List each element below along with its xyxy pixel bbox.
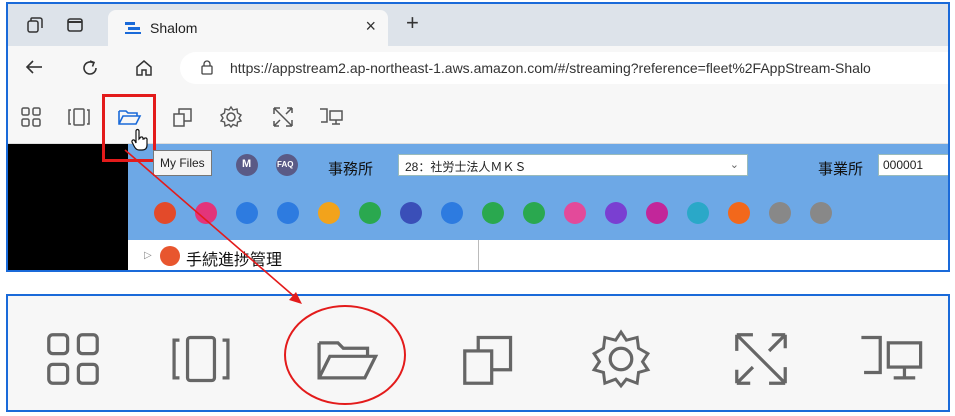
column-divider [478,240,479,270]
url-text: https://appstream2.ap-northeast-1.aws.am… [230,60,871,76]
office-select[interactable]: 28：社労士法人ＭＫＳ ⌄ [398,154,748,176]
app-button-manual[interactable]: M [236,154,258,176]
settings-icon[interactable] [586,324,656,394]
tab-bar: Shalom × + [8,4,948,46]
multi-monitor-icon[interactable] [856,324,926,394]
app-module-icon[interactable] [400,202,422,224]
app-module-icon[interactable] [236,202,258,224]
catalog-icon[interactable] [18,104,44,130]
clipboard-icon[interactable] [454,324,524,394]
app-module-icon[interactable] [769,202,791,224]
business-label: 事業所 [818,161,864,178]
browser-tab[interactable]: Shalom × [108,10,388,46]
browser-window: Shalom × + https://appstream2.ap-northea… [6,2,950,272]
app-module-icon[interactable] [482,202,504,224]
app-module-icon[interactable] [318,202,340,224]
workspaces-icon[interactable] [26,16,44,34]
office-label: 事務所 [328,161,374,178]
app-module-icon[interactable] [564,202,586,224]
app-button-faq[interactable]: FAQ [276,154,298,176]
app-module-icon[interactable] [605,202,627,224]
tree-item-label: 手続進捗管理 [186,252,283,269]
desktop-view-icon[interactable] [66,104,92,130]
back-arrow-icon[interactable] [24,58,44,76]
app-header: M FAQ 事務所 28：社労士法人ＭＫＳ ⌄ 事業所 000001 [128,144,948,240]
app-module-icon[interactable] [359,202,381,224]
app-module-icon[interactable] [810,202,832,224]
my-files-highlight-circle [284,305,406,405]
manual-label: M [242,158,252,170]
business-input-value: 000001 [883,158,924,172]
black-panel [8,144,128,270]
chevron-down-icon: ⌄ [729,159,739,171]
appstream-favicon-icon [125,22,141,34]
appstream-toolbar: My Files [8,90,948,176]
lock-icon[interactable] [200,59,214,75]
reload-icon[interactable] [80,58,100,78]
settings-icon[interactable] [218,104,244,130]
app-module-icon[interactable] [154,202,176,224]
faq-label: FAQ [277,160,294,169]
app-module-icon[interactable] [195,202,217,224]
hand-cursor-icon [131,128,148,151]
office-select-value: 28：社労士法人ＭＫＳ [405,160,527,174]
desktop-view-icon[interactable] [166,324,236,394]
fullscreen-icon[interactable] [726,324,796,394]
screenshot-stage: Shalom × + https://appstream2.ap-northea… [0,0,955,416]
app-module-icon[interactable] [646,202,668,224]
app-module-icon[interactable] [523,202,545,224]
catalog-icon[interactable] [38,324,108,394]
url-field[interactable]: https://appstream2.ap-northeast-1.aws.am… [180,52,948,84]
tab-title: Shalom [150,20,198,36]
fullscreen-icon[interactable] [270,104,296,130]
app-main: M FAQ 事務所 28：社労士法人ＭＫＳ ⌄ 事業所 000001 ▷ 手続進… [128,144,948,270]
my-files-tooltip: My Files [153,150,212,176]
streamed-app: M FAQ 事務所 28：社労士法人ＭＫＳ ⌄ 事業所 000001 ▷ 手続進… [8,144,948,270]
tab-actions-icon[interactable] [66,16,84,34]
progress-doc-icon [160,246,180,266]
new-tab-button[interactable]: + [406,10,419,36]
tab-close-icon[interactable]: × [365,16,376,37]
tree-row[interactable]: ▷ 手続進捗管理 [128,240,948,270]
app-module-icon[interactable] [728,202,750,224]
multi-monitor-icon[interactable] [318,104,344,130]
app-module-icon[interactable] [441,202,463,224]
zoomed-toolbar [6,294,950,412]
app-module-icon[interactable] [277,202,299,224]
expand-triangle-icon[interactable]: ▷ [144,250,152,261]
app-module-icon[interactable] [687,202,709,224]
address-bar: https://appstream2.ap-northeast-1.aws.am… [8,46,948,90]
clipboard-icon[interactable] [170,104,196,130]
business-input[interactable]: 000001 [878,154,948,176]
home-icon[interactable] [134,58,154,78]
